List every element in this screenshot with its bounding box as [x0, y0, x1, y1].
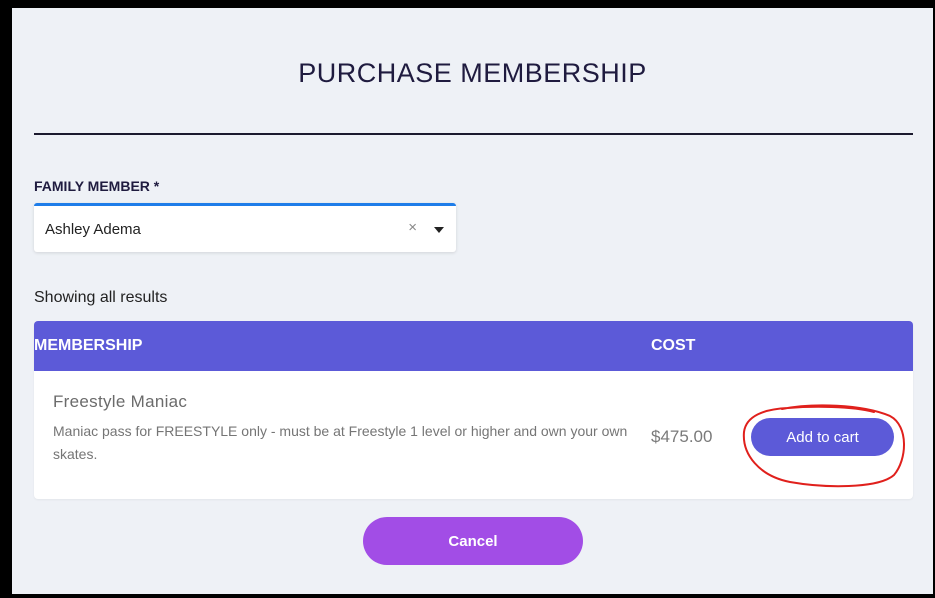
title-divider — [34, 133, 913, 135]
membership-description: Maniac pass for FREESTYLE only - must be… — [53, 423, 628, 462]
add-to-cart-button[interactable]: Add to cart — [751, 418, 894, 456]
membership-name: Freestyle Maniac — [53, 392, 188, 411]
page-title: PURCHASE MEMBERSHIP — [298, 58, 647, 88]
results-summary: Showing all results — [34, 289, 168, 306]
table-header: MEMBERSHIP COST — [34, 321, 913, 371]
family-member-label: FAMILY MEMBER * — [34, 178, 160, 194]
close-icon[interactable]: × — [408, 219, 417, 236]
family-member-selected-value: Ashley Adema — [45, 221, 141, 238]
membership-table: MEMBERSHIP COST Freestyle Maniac Maniac … — [34, 321, 913, 499]
purchase-membership-panel: PURCHASE MEMBERSHIP FAMILY MEMBER * Ashl… — [12, 8, 933, 594]
caret-down-icon[interactable] — [434, 227, 444, 233]
membership-cost: $475.00 — [651, 427, 713, 446]
column-header-cost: COST — [651, 337, 696, 354]
column-header-membership: MEMBERSHIP — [34, 337, 143, 354]
cancel-button[interactable]: Cancel — [363, 517, 583, 565]
family-member-select[interactable]: Ashley Adema × — [34, 203, 456, 252]
